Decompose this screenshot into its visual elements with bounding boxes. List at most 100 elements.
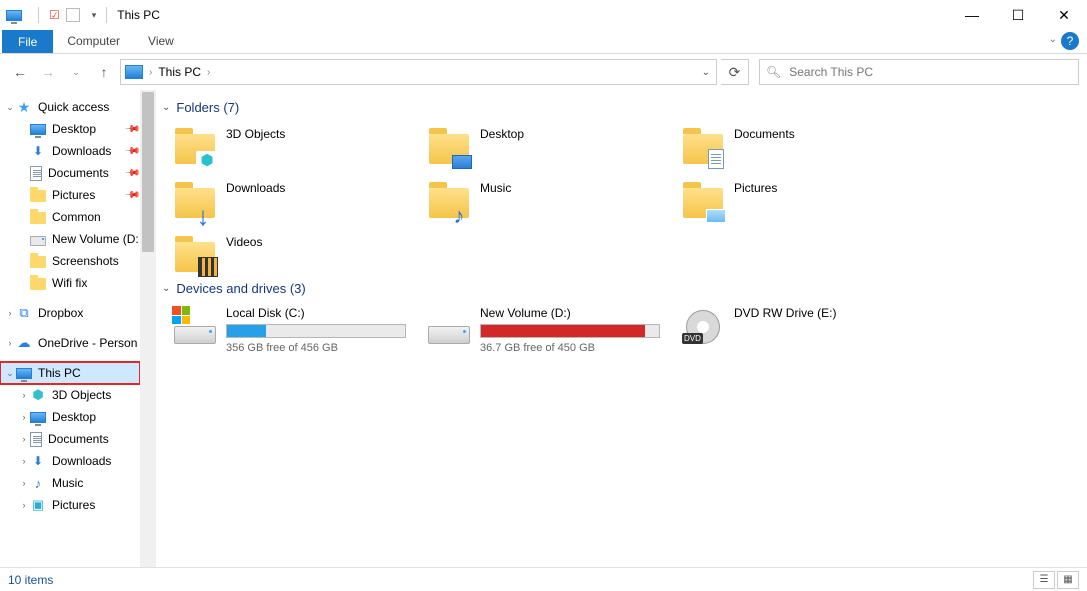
folder-icon (30, 190, 46, 202)
tile-label: Downloads (226, 179, 285, 195)
nav-up-button[interactable]: ↑ (92, 60, 116, 84)
folder-icon (428, 125, 470, 167)
tree-twisty-icon[interactable]: › (4, 338, 16, 348)
tree-twisty-icon[interactable]: › (18, 434, 30, 444)
folder-tile[interactable]: ↓ Downloads (172, 177, 422, 223)
folder-icon (30, 212, 46, 224)
windows-logo-icon (172, 306, 190, 324)
folder-icon: ♪ (428, 179, 470, 221)
sidebar-item[interactable]: ›Documents (0, 428, 140, 450)
sidebar-quick-access[interactable]: ⌄★Quick access (0, 96, 140, 118)
sidebar-dropbox[interactable]: ›⧉Dropbox (0, 302, 140, 324)
tree-label: Desktop (52, 122, 96, 136)
sidebar-item[interactable]: Screenshots (0, 250, 140, 272)
group-folders-body: ⬢3D ObjectsDesktopDocuments ↓ Downloads ♪Mu… (172, 123, 1079, 277)
sidebar-item[interactable]: Desktop📌 (0, 118, 140, 140)
sidebar-item[interactable]: ›⬢3D Objects (0, 384, 140, 406)
nav-back-button[interactable]: ← (8, 60, 32, 84)
tree-twisty-icon[interactable]: › (18, 390, 30, 400)
tab-view[interactable]: View (134, 30, 188, 53)
address-dropdown-icon[interactable]: ⌄ (702, 67, 712, 78)
tree-twisty-icon[interactable]: › (18, 456, 30, 466)
separator (38, 7, 39, 23)
group-header-label: Folders (7) (176, 100, 239, 115)
titlebar: ☑ ▾ This PC — ☐ ✕ (0, 0, 1087, 30)
tree-label: Pictures (52, 498, 95, 512)
view-buttons: ☰ ▦ (1033, 571, 1079, 589)
chevron-down-icon[interactable]: ⌄ (162, 283, 170, 294)
maximize-button[interactable]: ☐ (995, 0, 1041, 30)
qat-newfolder-icon[interactable] (66, 8, 80, 22)
drive-tile[interactable]: Local Disk (C:)356 GB free of 456 GB (172, 304, 422, 356)
sidebar-item[interactable]: › Desktop (0, 406, 140, 428)
thispc-icon (125, 65, 143, 79)
drive-icon (428, 312, 470, 344)
breadcrumb[interactable]: This PC (158, 65, 201, 79)
tree-twisty-icon[interactable]: › (4, 308, 16, 318)
sidebar-this-pc[interactable]: ⌄This PC (0, 362, 140, 384)
folder-icon (682, 125, 724, 167)
tree-twisty-icon[interactable]: › (18, 500, 30, 510)
quickaccess-icon: ★ (16, 99, 32, 115)
drive-tile[interactable]: DVDDVD RW Drive (E:) (680, 304, 930, 356)
address-bar: ← → ⌄ ↑ › This PC › ⌄ ⟳ 🔍︎ (0, 54, 1087, 90)
sidebar-item[interactable]: ›⬇Downloads (0, 450, 140, 472)
group-drives-header[interactable]: ⌄ Devices and drives (3) (162, 281, 1079, 296)
sidebar-item[interactable]: Pictures📌 (0, 184, 140, 206)
main: ⌄★Quick accessDesktop📌⬇Downloads📌Documen… (0, 90, 1087, 567)
nav-recent-dropdown[interactable]: ⌄ (64, 60, 88, 84)
sidebar-item[interactable]: ›♪Music (0, 472, 140, 494)
sidebar-scrollbar[interactable] (140, 90, 156, 567)
nav-forward-button[interactable]: → (36, 60, 60, 84)
tree-label: Downloads (52, 144, 111, 158)
drive-tile[interactable]: New Volume (D:)36.7 GB free of 450 GB (426, 304, 676, 356)
folder-tile[interactable]: Desktop (426, 123, 676, 169)
sidebar-item[interactable]: New Volume (D: (0, 228, 140, 250)
group-header-label: Devices and drives (3) (176, 281, 305, 296)
tree-twisty-icon[interactable]: › (18, 412, 30, 422)
folder-tile[interactable]: ♪Music (426, 177, 676, 223)
view-icons-button[interactable]: ▦ (1057, 571, 1079, 589)
sidebar-item[interactable]: ⬇Downloads📌 (0, 140, 140, 162)
window-controls: — ☐ ✕ (949, 0, 1087, 30)
tab-computer[interactable]: Computer (53, 30, 134, 53)
folder-tile[interactable]: Videos (172, 231, 422, 277)
qat-properties-icon[interactable]: ☑ (49, 8, 60, 22)
quick-access-toolbar: ☑ ▾ (6, 7, 111, 23)
tree-twisty-icon[interactable]: ⌄ (4, 368, 16, 379)
group-folders-header[interactable]: ⌄ Folders (7) (162, 100, 1079, 115)
minimize-button[interactable]: — (949, 0, 995, 30)
app-icon (6, 10, 22, 21)
tree-label: New Volume (D: (52, 232, 139, 246)
tree-twisty-icon[interactable]: ⌄ (4, 102, 16, 113)
close-button[interactable]: ✕ (1041, 0, 1087, 30)
folder-tile[interactable]: ⬢3D Objects (172, 123, 422, 169)
folder-tile[interactable]: Pictures (680, 177, 930, 223)
tree-label: Downloads (52, 454, 111, 468)
sidebar-onedrive[interactable]: ›☁OneDrive - Person (0, 332, 140, 354)
folder-icon: ↓ (174, 179, 216, 221)
refresh-button[interactable]: ⟳ (721, 59, 749, 85)
sidebar-item[interactable]: Wifi fix (0, 272, 140, 294)
tree-label: Desktop (52, 410, 96, 424)
dropbox-icon: ⧉ (16, 305, 32, 321)
tree-twisty-icon[interactable]: › (18, 478, 30, 488)
chevron-right-icon[interactable]: › (149, 67, 152, 78)
tab-file[interactable]: File (2, 30, 53, 53)
folder-tile[interactable]: Documents (680, 123, 930, 169)
sidebar-item[interactable]: Documents📌 (0, 162, 140, 184)
sidebar-item[interactable]: ›▣Pictures (0, 494, 140, 516)
music-icon: ♪ (30, 475, 46, 491)
view-details-button[interactable]: ☰ (1033, 571, 1055, 589)
scrollbar-thumb[interactable] (142, 92, 154, 252)
help-button[interactable]: ? (1061, 32, 1079, 50)
search-box[interactable]: 🔍︎ (759, 59, 1079, 85)
ribbon-collapse-icon[interactable]: ⌄ (1049, 34, 1057, 45)
sidebar-item[interactable]: Common (0, 206, 140, 228)
chevron-down-icon[interactable]: ⌄ (162, 102, 170, 113)
drive-usage-bar (226, 324, 406, 338)
address-box[interactable]: › This PC › ⌄ (120, 59, 717, 85)
chevron-right-icon[interactable]: › (207, 67, 210, 78)
qat-dropdown-icon[interactable]: ▾ (92, 10, 97, 21)
search-input[interactable] (787, 64, 1072, 80)
